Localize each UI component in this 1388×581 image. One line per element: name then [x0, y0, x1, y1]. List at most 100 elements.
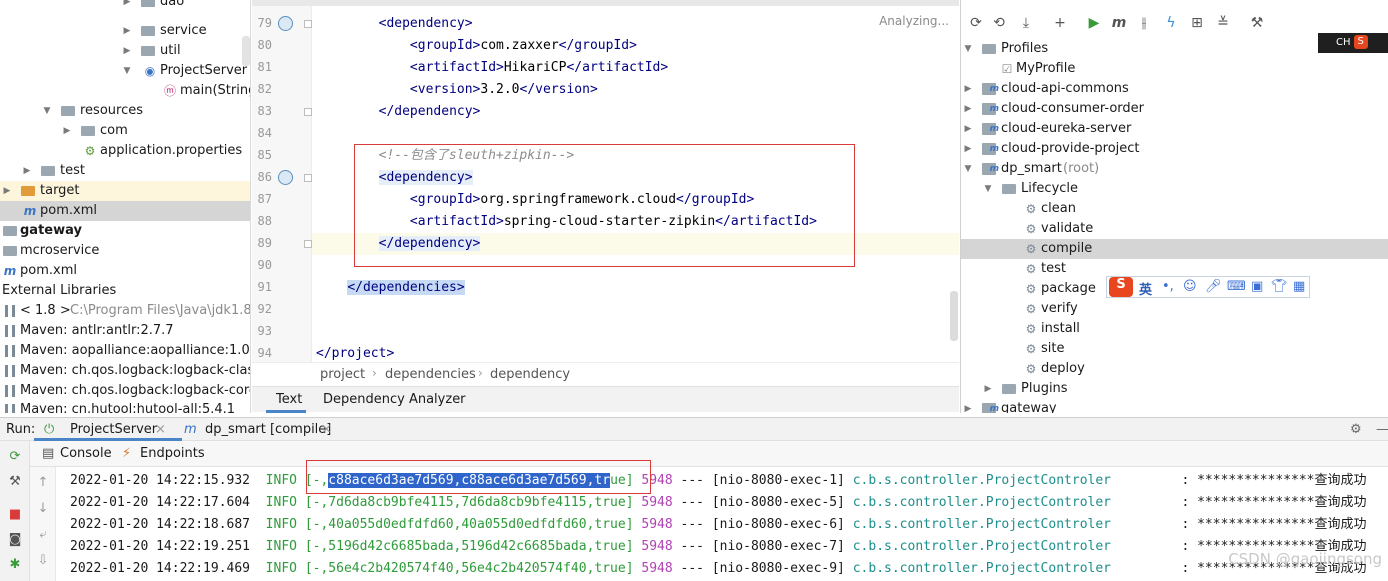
tree-item-test[interactable]: ▶ test: [0, 161, 250, 181]
checkbox-checked-icon[interactable]: ☑: [999, 59, 1015, 79]
tree-item-library[interactable]: Maven: ch.qos.logback:logback-core:1.2: [0, 381, 250, 401]
arrow-up-icon[interactable]: ↑: [35, 475, 51, 490]
breadcrumb-item[interactable]: project: [320, 367, 365, 382]
maven-project-item[interactable]: ▶ cloud-provide-project: [961, 139, 1388, 159]
breadcrumb-item[interactable]: dependency: [490, 367, 570, 382]
tree-item-application-properties[interactable]: ⚙ application.properties: [0, 141, 250, 161]
maven-profile-item[interactable]: ☑ MyProfile: [961, 59, 1388, 79]
fold-marker-icon[interactable]: [304, 108, 312, 116]
lifecycle-goal[interactable]: ⚙ deploy: [961, 359, 1388, 379]
chevron-right-icon[interactable]: ▶: [963, 119, 973, 139]
emoji-icon[interactable]: ☺: [1183, 279, 1197, 294]
show-dependencies-icon[interactable]: ⊞: [1188, 13, 1206, 33]
console-output[interactable]: 2022-01-20 14:22:15.932 INFO [-,c88ace6d…: [56, 467, 1388, 581]
ime-toolbar[interactable]: S 英 •, ☺ 🎤︎ ⌨ ▣ 👕︎ ▦: [1106, 276, 1310, 298]
tree-item-service[interactable]: ▶ service: [0, 21, 250, 41]
scroll-to-end-icon[interactable]: ⇩: [35, 553, 51, 568]
toggle-offline-icon[interactable]: ⫲: [1135, 13, 1153, 33]
chevron-right-icon[interactable]: ▶: [983, 379, 993, 399]
maven-project-item[interactable]: ▶ cloud-consumer-order: [961, 99, 1388, 119]
editor-scrollbar[interactable]: [950, 291, 958, 341]
tree-item-gateway[interactable]: gateway: [0, 221, 250, 241]
tree-item-pom-xml[interactable]: m pom.xml: [0, 201, 250, 221]
fold-marker-icon[interactable]: [304, 240, 312, 248]
tree-item-main-method[interactable]: ⓜ main(String[: [0, 81, 250, 101]
execute-goal-icon[interactable]: m: [1110, 13, 1128, 33]
maven-project-item[interactable]: ▶ gateway: [961, 399, 1388, 413]
lifecycle-goal[interactable]: ⚙ clean: [961, 199, 1388, 219]
microphone-icon[interactable]: 🎤︎: [1205, 279, 1222, 294]
dependency-gutter-icon[interactable]: [278, 170, 293, 185]
minimize-icon[interactable]: —: [1376, 422, 1388, 437]
chevron-right-icon[interactable]: ▶: [22, 161, 32, 181]
lifecycle-goal[interactable]: ⚙ validate: [961, 219, 1388, 239]
skip-tests-icon[interactable]: ϟ: [1162, 13, 1180, 33]
chevron-right-icon[interactable]: ▶: [122, 21, 132, 41]
tree-item-target[interactable]: ▶ target: [0, 181, 250, 201]
keyboard-icon[interactable]: ⌨: [1227, 279, 1246, 294]
punctuation-icon[interactable]: •,: [1162, 279, 1174, 294]
generate-sources-icon[interactable]: ⟲: [990, 13, 1008, 33]
tab-text[interactable]: Text: [276, 392, 302, 407]
skin-icon[interactable]: 👕︎: [1271, 279, 1288, 294]
tree-item-com[interactable]: ▶ com: [0, 121, 250, 141]
chevron-right-icon[interactable]: ▶: [2, 181, 12, 201]
tree-item-library[interactable]: Maven: antlr:antlr:2.7.7: [0, 321, 250, 341]
maven-project-item[interactable]: ▶ cloud-api-commons: [961, 79, 1388, 99]
run-tab-dp-smart-compile[interactable]: dp_smart [compile]: [205, 422, 331, 437]
reload-icon[interactable]: ⟳: [967, 13, 985, 33]
maven-root-project[interactable]: ▼ dp_smart (root): [961, 159, 1388, 179]
tree-item-root-pom-xml[interactable]: m pom.xml: [0, 261, 250, 281]
chevron-right-icon[interactable]: ▶: [963, 139, 973, 159]
chevron-down-icon[interactable]: ▼: [42, 101, 52, 121]
tree-item-library[interactable]: Maven: cn.hutool:hutool-all:5.4.1: [0, 400, 250, 413]
chevron-right-icon[interactable]: ▶: [963, 399, 973, 413]
maven-project-item[interactable]: ▶ cloud-eureka-server: [961, 119, 1388, 139]
toolbox-icon[interactable]: ▣: [1251, 279, 1263, 294]
camera-icon[interactable]: ◙: [7, 532, 23, 548]
dependency-gutter-icon[interactable]: [278, 16, 293, 31]
lifecycle-goal-selected[interactable]: ⚙ compile: [961, 239, 1388, 259]
wrench-icon[interactable]: ⚒: [7, 474, 23, 490]
chevron-right-icon[interactable]: ▶: [62, 121, 72, 141]
ime-language-label[interactable]: 英: [1139, 279, 1152, 298]
tree-item-projectserver[interactable]: ▼ ◉ ProjectServer: [0, 61, 250, 81]
collapse-all-icon[interactable]: ≚: [1214, 13, 1232, 33]
tree-item-util[interactable]: ▶ util: [0, 41, 250, 61]
project-scrollbar[interactable]: [242, 36, 250, 66]
debug-icon[interactable]: ✱: [7, 557, 23, 573]
chevron-down-icon[interactable]: ▼: [963, 159, 973, 179]
close-icon[interactable]: ×: [155, 422, 166, 437]
maven-plugins[interactable]: ▶ Plugins: [961, 379, 1388, 399]
lifecycle-goal[interactable]: ⚙ site: [961, 339, 1388, 359]
lifecycle-goal[interactable]: ⚙ verify: [961, 299, 1388, 319]
tree-item-mcroservice[interactable]: mcroservice: [0, 241, 250, 261]
tree-item-dao[interactable]: ▶ dao: [0, 0, 250, 12]
soft-wrap-icon[interactable]: ⤶: [35, 527, 51, 542]
ime-status-badge[interactable]: CH S: [1318, 33, 1388, 53]
wrench-icon[interactable]: ⚒: [1248, 13, 1266, 33]
close-icon[interactable]: ×: [321, 422, 332, 437]
chevron-right-icon[interactable]: ▶: [963, 99, 973, 119]
rerun-icon[interactable]: ⟳: [7, 449, 23, 465]
tree-item-external-libraries[interactable]: External Libraries: [0, 281, 250, 301]
chevron-down-icon[interactable]: ▼: [983, 179, 993, 199]
tree-item-library[interactable]: Maven: ch.qos.logback:logback-classic:: [0, 361, 250, 381]
lifecycle-goal[interactable]: ⚙ install: [961, 319, 1388, 339]
run-icon[interactable]: ▶: [1085, 13, 1103, 33]
grid-menu-icon[interactable]: ▦: [1293, 279, 1305, 294]
tree-item-jdk[interactable]: < 1.8 > C:\Program Files\Java\jdk1.8.0_: [0, 301, 250, 321]
tab-endpoints[interactable]: Endpoints: [140, 446, 205, 461]
tab-dependency-analyzer[interactable]: Dependency Analyzer: [323, 392, 466, 407]
run-tab-projectserver[interactable]: ProjectServer: [70, 422, 157, 437]
breadcrumb-item[interactable]: dependencies: [385, 367, 476, 382]
chevron-down-icon[interactable]: ▼: [122, 61, 132, 81]
maven-lifecycle[interactable]: ▼ Lifecycle: [961, 179, 1388, 199]
chevron-right-icon[interactable]: ▶: [963, 79, 973, 99]
fold-marker-icon[interactable]: [304, 174, 312, 182]
chevron-right-icon[interactable]: ▶: [122, 0, 132, 12]
gear-icon[interactable]: ⚙: [1350, 422, 1362, 437]
arrow-down-icon[interactable]: ↓: [35, 501, 51, 516]
chevron-right-icon[interactable]: ▶: [122, 41, 132, 61]
tab-console[interactable]: Console: [60, 446, 112, 461]
